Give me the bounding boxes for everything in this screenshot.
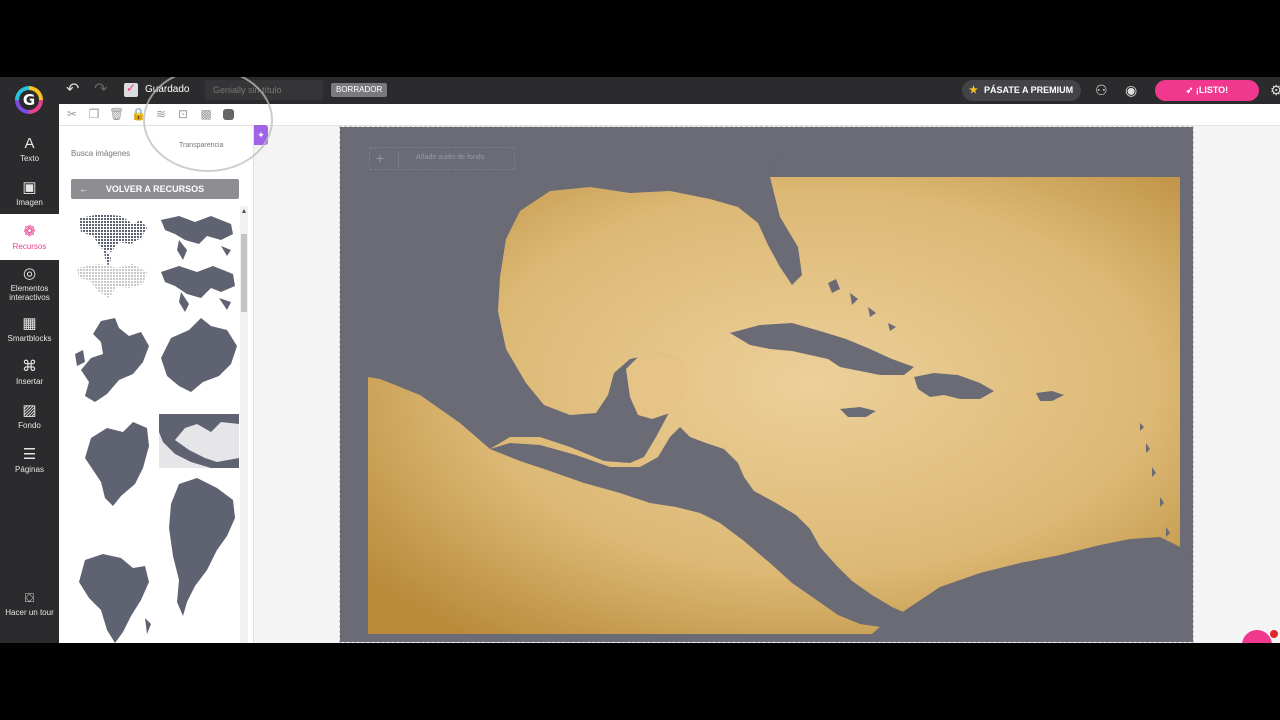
image-icon: ▣ xyxy=(22,179,37,196)
scroll-up-icon[interactable]: ▲ xyxy=(240,208,248,215)
genially-logo[interactable]: G xyxy=(15,86,43,114)
asia-map-thumb[interactable] xyxy=(161,318,237,392)
delete-icon[interactable]: 🗑 xyxy=(109,107,124,121)
pages-icon: ☰ xyxy=(22,446,37,463)
insert-icon: ⌘ xyxy=(22,358,37,375)
world-map-dotted-gray-thumb[interactable] xyxy=(77,264,147,298)
sidebar-item-smartblocks[interactable]: ▦ Smartblocks xyxy=(0,315,59,344)
sidebar-item-image[interactable]: ▣ Imagen xyxy=(0,179,59,208)
sidebar-item-interactive[interactable]: ◎ Elementos interactivos xyxy=(0,265,59,303)
tour-button[interactable]: ⛋ Hacer un tour xyxy=(0,590,59,617)
sidebar-item-insert[interactable]: ⌘ Insertar xyxy=(0,358,59,387)
sidebar: A Texto ▣ Imagen ❁ Recursos ◎ Elementos … xyxy=(0,104,59,643)
undo-icon[interactable]: ↶ xyxy=(66,81,79,99)
preview-eye-icon[interactable]: ◉ xyxy=(1125,81,1137,99)
africa-map-thumb[interactable] xyxy=(79,554,151,643)
sidebar-item-text[interactable]: A Texto xyxy=(0,135,59,164)
add-user-icon[interactable]: ⚇ xyxy=(1095,81,1108,99)
sidebar-item-resources[interactable]: ❁ Recursos xyxy=(0,214,59,260)
star-icon: ★ xyxy=(969,85,978,96)
scrollbar-thumb[interactable] xyxy=(241,234,247,312)
plus-icon[interactable]: + xyxy=(376,150,384,166)
north-america-map-thumb[interactable] xyxy=(85,422,149,506)
cut-icon[interactable]: ✂ xyxy=(65,107,79,121)
premium-button[interactable]: ★ PÁSATE A PREMIUM xyxy=(962,80,1081,101)
central-america-map-thumb[interactable] xyxy=(159,414,239,468)
tour-icon: ⛋ xyxy=(24,591,35,605)
notification-badge xyxy=(1270,630,1278,638)
sidebar-item-background[interactable]: ▨ Fondo xyxy=(0,402,59,431)
ready-label: ¡LISTO! xyxy=(1195,85,1229,95)
world-map-dark-thumb[interactable] xyxy=(161,216,233,260)
divider xyxy=(398,151,399,167)
resources-icon: ❁ xyxy=(23,223,36,240)
background-icon: ▨ xyxy=(22,402,37,419)
caribbean-map[interactable] xyxy=(340,127,1194,643)
chat-bubble-button[interactable] xyxy=(1242,630,1278,643)
app-frame: ↶ ↷ Guardado BORRADOR ★ PÁSATE A PREMIUM… xyxy=(0,77,1280,643)
add-audio-label: Añade audio de fondo xyxy=(416,154,485,161)
resources-panel: ← VOLVER A RECURSOS xyxy=(59,126,254,643)
europe-map-thumb[interactable] xyxy=(75,318,149,402)
back-to-resources-button[interactable]: ← VOLVER A RECURSOS xyxy=(71,179,239,199)
smartblocks-icon: ▦ xyxy=(22,315,37,332)
thumbnail-grid xyxy=(75,214,239,643)
sidebar-item-pages[interactable]: ☰ Páginas xyxy=(0,446,59,475)
text-icon: A xyxy=(24,135,35,152)
interactive-icon: ◎ xyxy=(22,265,37,282)
world-map-dots-thumb[interactable] xyxy=(79,214,147,268)
south-america-map-thumb[interactable] xyxy=(169,478,235,616)
draft-badge: BORRADOR xyxy=(331,83,388,97)
panel-scrollbar[interactable]: ▲ xyxy=(240,206,248,643)
world-map-dark-2-thumb[interactable] xyxy=(161,266,235,312)
rocket-icon: ➶ xyxy=(1185,85,1196,95)
saved-check-icon xyxy=(124,81,138,97)
premium-label: PÁSATE A PREMIUM xyxy=(984,85,1074,95)
add-audio-box[interactable]: + Añade audio de fondo xyxy=(369,147,515,170)
ready-button[interactable]: ➶ ¡LISTO! xyxy=(1155,80,1259,101)
back-label: VOLVER A RECURSOS xyxy=(105,184,205,194)
map-thumbnails xyxy=(71,206,239,643)
settings-icon[interactable]: ⚙ xyxy=(1270,81,1280,99)
slide-canvas[interactable] xyxy=(339,126,1194,643)
arrow-left-icon: ← xyxy=(79,184,88,194)
duplicate-icon[interactable]: ❐ xyxy=(87,107,101,121)
redo-icon[interactable]: ↷ xyxy=(94,81,107,99)
